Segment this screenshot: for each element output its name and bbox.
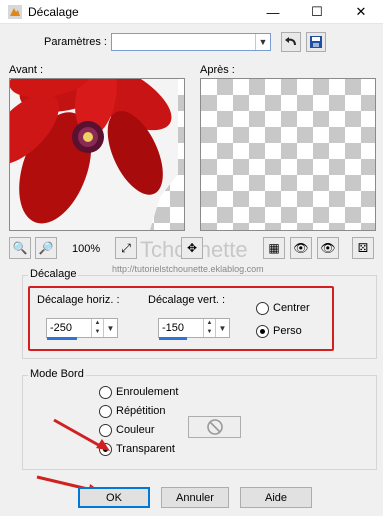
minimize-button[interactable]: —	[251, 0, 295, 24]
highlight-box	[28, 286, 334, 351]
reset-button[interactable]	[281, 32, 301, 52]
params-label: Paramètres :	[44, 36, 107, 48]
color-radio[interactable]	[99, 424, 112, 437]
minimize-icon: —	[266, 4, 280, 20]
repeat-radio[interactable]	[99, 405, 112, 418]
title-bar: Décalage — ☐ ✕	[0, 0, 383, 24]
floppy-disk-icon	[310, 36, 322, 48]
zoom-out-button[interactable]: 🔍	[9, 237, 31, 259]
repeat-label: Répétition	[116, 405, 166, 417]
navigate-button[interactable]: ▦	[263, 237, 285, 259]
color-label: Couleur	[116, 424, 155, 436]
after-label: Après :	[200, 64, 235, 76]
eye-icon: 👁	[320, 241, 336, 255]
window-title: Décalage	[28, 5, 79, 19]
before-label: Avant :	[9, 64, 44, 76]
cancel-button[interactable]: Annuler	[161, 487, 229, 508]
help-label: Aide	[264, 491, 288, 504]
fit-window-button[interactable]: ⤢	[115, 237, 137, 259]
expand-icon: ⤢	[121, 240, 131, 255]
undo-arrow-icon	[285, 37, 296, 46]
navigate-icon: ▦	[268, 241, 280, 255]
pan-button[interactable]: ✥	[181, 237, 203, 259]
zoom-in-button[interactable]: 🔎	[35, 237, 57, 259]
edge-mode-title: Mode Bord	[28, 368, 86, 380]
wrap-radio[interactable]	[99, 386, 112, 399]
auto-proof-button[interactable]: 👁	[317, 237, 339, 259]
maximize-button[interactable]: ☐	[295, 0, 339, 24]
color-swatch-button[interactable]	[188, 416, 241, 438]
zoom-level: 100%	[72, 243, 101, 255]
wrap-label: Enroulement	[116, 386, 179, 398]
offset-group-title: Décalage	[28, 268, 79, 280]
dice-icon: ⚄	[357, 241, 369, 255]
close-icon: ✕	[355, 4, 367, 19]
close-button[interactable]: ✕	[339, 0, 383, 24]
maximize-icon: ☐	[311, 4, 323, 19]
eye-proof-icon: 👁	[293, 241, 309, 255]
transparent-radio[interactable]	[99, 443, 112, 456]
transparent-label: Transparent	[116, 443, 175, 455]
after-preview	[200, 78, 376, 231]
move-icon: ✥	[186, 241, 198, 255]
flower-image	[10, 79, 178, 230]
ok-button[interactable]: OK	[78, 487, 150, 508]
watermark-url: http://tutorielstchounette.eklablog.com	[112, 264, 264, 274]
zoom-in-icon: 🔎	[38, 241, 54, 255]
ok-label: OK	[106, 491, 122, 504]
proof-button[interactable]: 👁	[290, 237, 312, 259]
randomize-button[interactable]: ⚄	[352, 237, 374, 259]
before-preview	[9, 78, 185, 231]
no-color-icon	[207, 419, 223, 435]
app-icon	[8, 5, 22, 19]
save-preset-button[interactable]	[306, 32, 326, 52]
params-combo[interactable]: ▼	[111, 33, 271, 51]
chevron-down-icon[interactable]: ▼	[255, 34, 270, 50]
help-button[interactable]: Aide	[240, 487, 312, 508]
cancel-label: Annuler	[176, 491, 214, 504]
zoom-out-icon: 🔍	[12, 241, 28, 255]
